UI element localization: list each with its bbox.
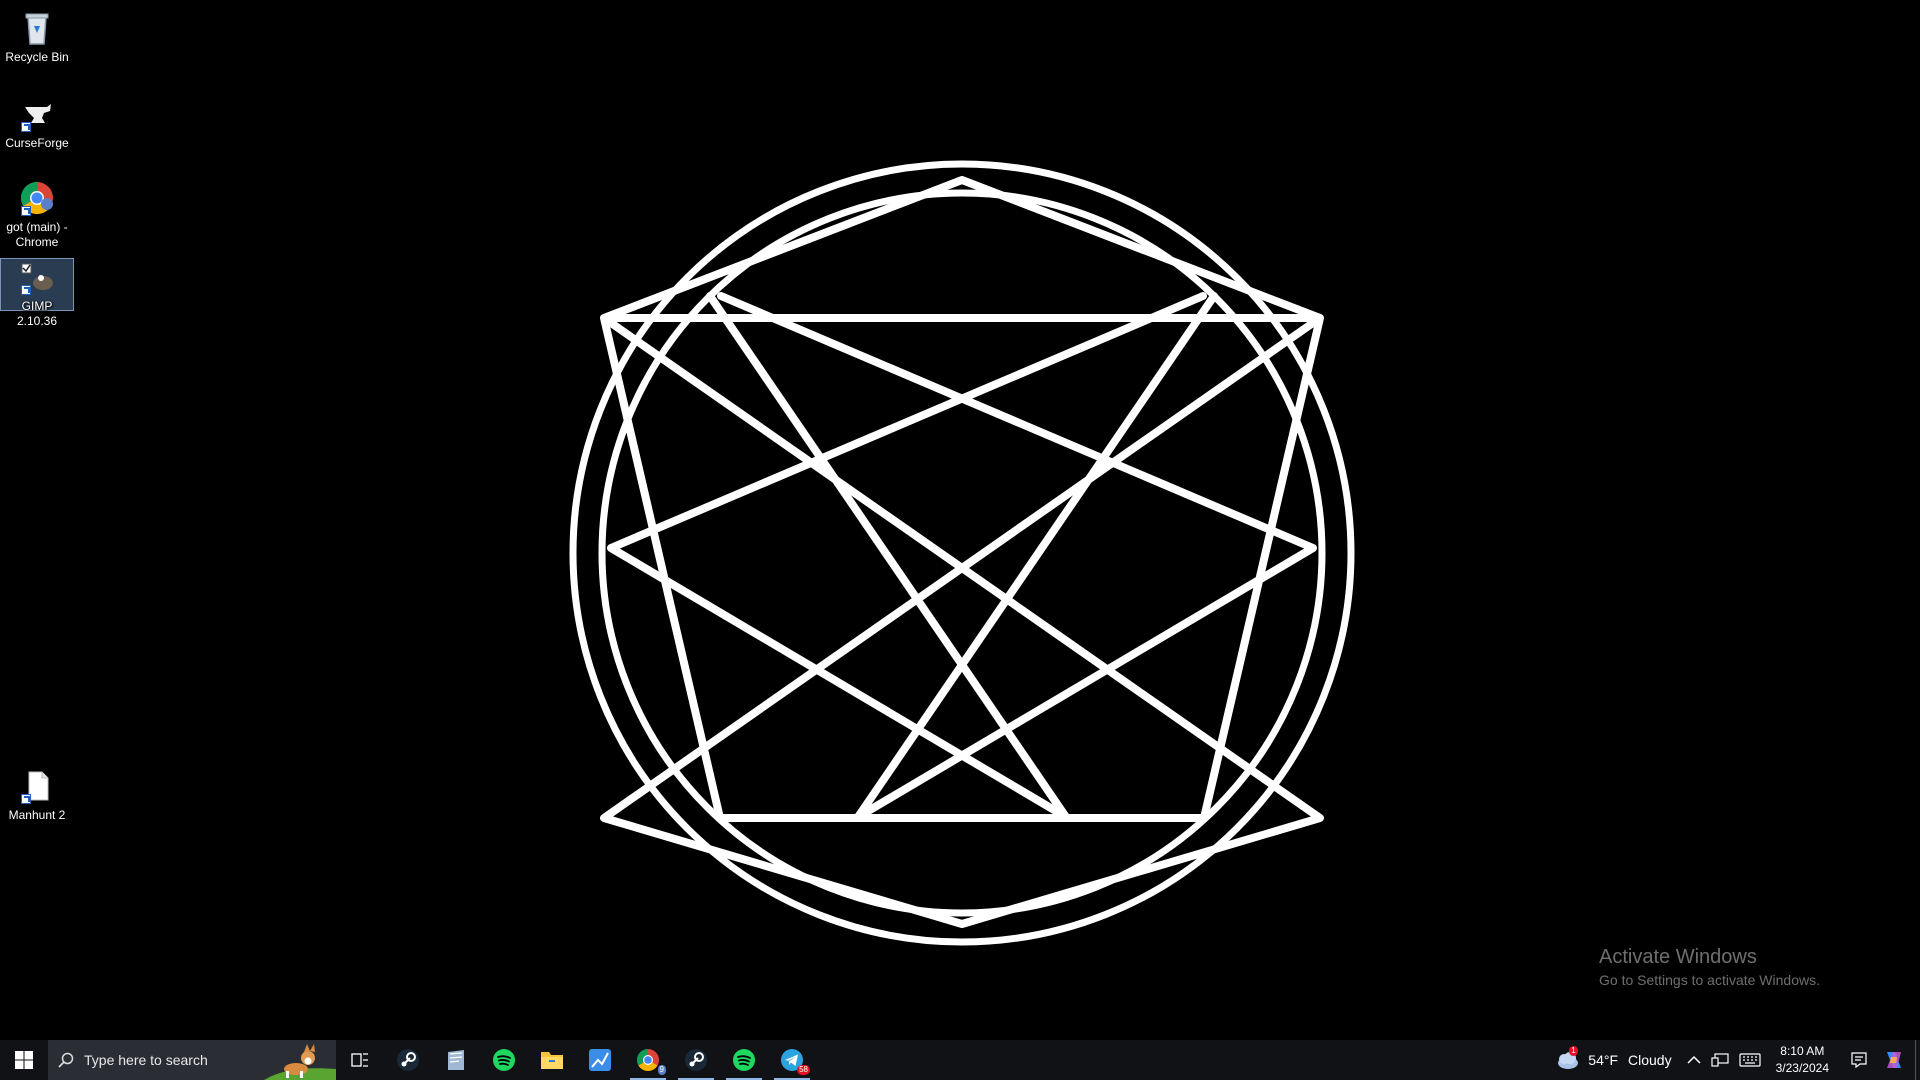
file-explorer-icon <box>541 1052 563 1069</box>
shortcut-arrow-icon <box>21 794 31 804</box>
recycle-bin-icon <box>17 8 57 48</box>
taskbar-app-file-explorer[interactable] <box>528 1040 576 1080</box>
shortcut-arrow-icon <box>21 206 31 216</box>
start-button[interactable] <box>0 1040 48 1080</box>
network-button[interactable] <box>1706 1040 1734 1080</box>
telegram-unread-badge: 58 <box>797 1065 810 1075</box>
keyboard-icon <box>1739 1053 1761 1067</box>
copilot-icon <box>1887 1052 1901 1068</box>
taskbar-search-box[interactable]: Type here to search <box>48 1040 336 1080</box>
activate-windows-title: Activate Windows <box>1599 946 1757 968</box>
taskbar-app-steam-running[interactable] <box>672 1040 720 1080</box>
network-icon <box>1711 1053 1729 1067</box>
taskbar-app-steam[interactable] <box>384 1040 432 1080</box>
task-view-button[interactable] <box>336 1040 384 1080</box>
taskbar-app-notes[interactable] <box>432 1040 480 1080</box>
desktop-icon-recycle-bin[interactable]: Recycle Bin <box>0 4 74 66</box>
notification-icon <box>1851 1052 1867 1068</box>
activate-windows-subtitle: Go to Settings to activate Windows. <box>1599 972 1820 988</box>
system-tray: 1 54°F Cloudy 8:10 AM 3/23/2024 <box>1549 1040 1920 1080</box>
desktop-icon-label: CurseForge <box>5 136 69 150</box>
taskbar-app-chrome[interactable]: 9 <box>624 1040 672 1080</box>
desktop[interactable]: Recycle Bin CurseForge got (main) - Chro… <box>0 0 1920 1040</box>
search-placeholder: Type here to search <box>84 1052 208 1068</box>
wallpaper-pentagram <box>569 160 1355 946</box>
weather-temperature: 54°F <box>1588 1052 1619 1068</box>
chrome-badge: 9 <box>657 1065 666 1075</box>
desktop-icon-manhunt-2[interactable]: Manhunt 2 <box>0 762 74 824</box>
weather-widget[interactable]: 1 54°F Cloudy <box>1549 1040 1681 1080</box>
desktop-icon-label: Recycle Bin <box>5 50 69 64</box>
spotify-icon <box>493 1049 515 1071</box>
clock[interactable]: 8:10 AM 3/23/2024 <box>1766 1043 1839 1077</box>
touch-keyboard-button[interactable] <box>1734 1040 1766 1080</box>
search-icon <box>58 1052 74 1068</box>
file-icon <box>17 766 57 806</box>
desktop-icon-gimp[interactable]: GIMP 2.10.36 <box>0 258 74 328</box>
curseforge-icon <box>17 94 57 134</box>
activate-windows-watermark: Activate Windows Go to Settings to activ… <box>1599 944 1820 990</box>
task-view-icon <box>351 1053 368 1067</box>
show-desktop-button[interactable] <box>1915 1040 1920 1080</box>
taskbar-app-telegram[interactable]: 58 <box>768 1040 816 1080</box>
clock-time: 8:10 AM <box>1780 1044 1825 1058</box>
shortcut-arrow-icon <box>21 122 31 132</box>
notification-center-button[interactable] <box>1839 1040 1879 1080</box>
notes-icon <box>448 1050 464 1070</box>
chrome-icon <box>17 178 57 218</box>
weather-condition: Cloudy <box>1628 1052 1672 1068</box>
shortcut-arrow-icon <box>21 285 31 295</box>
steam-icon <box>397 1049 419 1071</box>
search-highlight-dog-icon <box>264 1044 336 1080</box>
taskbar-app-photos[interactable] <box>576 1040 624 1080</box>
taskbar-app-spotify[interactable] <box>480 1040 528 1080</box>
taskbar-app-spotify-running[interactable] <box>720 1040 768 1080</box>
steam-icon <box>685 1049 707 1071</box>
gimp-icon <box>17 263 57 297</box>
copilot-button[interactable] <box>1879 1040 1915 1080</box>
spotify-icon <box>733 1049 755 1071</box>
photos-icon <box>589 1049 611 1071</box>
desktop-icon-label: GIMP 2.10.36 <box>16 299 58 328</box>
weather-alert-badge: 1 <box>1569 1046 1578 1056</box>
chrome-icon <box>637 1049 659 1071</box>
taskbar: Type here to search 9 58 1 54°F Cloudy 8… <box>0 1040 1920 1080</box>
show-hidden-icons-button[interactable] <box>1682 1040 1706 1080</box>
desktop-icon-curseforge[interactable]: CurseForge <box>0 90 74 152</box>
desktop-icon-label: Manhunt 2 <box>8 808 66 822</box>
desktop-icon-chrome-got[interactable]: got (main) - Chrome <box>0 174 74 249</box>
chevron-up-icon <box>1687 1055 1701 1064</box>
windows-logo-icon <box>15 1051 33 1069</box>
clock-date: 3/23/2024 <box>1775 1061 1829 1075</box>
desktop-icon-label: got (main) - Chrome <box>6 220 68 249</box>
